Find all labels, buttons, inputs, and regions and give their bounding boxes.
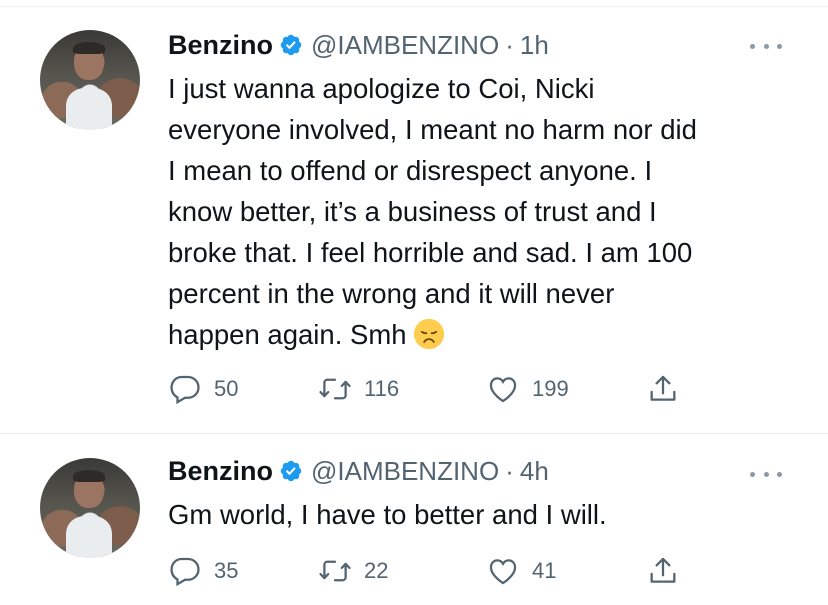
tweet[interactable]: Benzino @IAMBENZINO · 1h I just wanna ap… xyxy=(0,14,828,433)
avatar-shirt xyxy=(66,516,112,558)
top-divider xyxy=(0,6,828,7)
disappointed-face-emoji xyxy=(413,318,445,350)
tweet-text-line: everyone involved, I meant no harm nor d… xyxy=(168,114,697,145)
author-name[interactable]: Benzino xyxy=(168,30,273,61)
like-button[interactable]: 41 xyxy=(486,554,556,588)
tweet-text-line: I just wanna apologize to Coi, Nicki xyxy=(168,73,595,104)
tweet-header: Benzino @IAMBENZINO · 1h xyxy=(168,28,549,62)
author-handle[interactable]: @IAMBENZINO xyxy=(311,30,499,61)
reply-icon xyxy=(168,554,202,588)
tweet[interactable]: Benzino @IAMBENZINO · 4h Gm world, I hav… xyxy=(0,442,828,602)
like-icon xyxy=(486,554,520,588)
avatar-cap xyxy=(73,470,105,482)
verified-badge-icon xyxy=(279,33,303,57)
more-icon[interactable] xyxy=(750,36,782,56)
like-count: 41 xyxy=(532,558,557,583)
separator-dot: · xyxy=(505,29,514,60)
tweet-text-line: percent in the wrong and it will never xyxy=(168,278,615,309)
reply-button[interactable]: 50 xyxy=(168,372,238,406)
tweet-text: I just wanna apologize to Coi, Nicki eve… xyxy=(168,68,798,355)
reply-count: 35 xyxy=(214,558,239,583)
tweet-text-line: know better, it’s a business of trust an… xyxy=(168,196,657,227)
reply-icon xyxy=(168,372,202,406)
author-name[interactable]: Benzino xyxy=(168,456,273,487)
retweet-count: 22 xyxy=(364,558,389,583)
tweet-text-line-last: happen again. Smh xyxy=(168,314,798,355)
avatar[interactable] xyxy=(40,458,140,558)
avatar-cap xyxy=(73,42,105,54)
share-button[interactable] xyxy=(646,554,680,588)
tweet-divider xyxy=(0,433,828,434)
retweet-button[interactable]: 22 xyxy=(318,554,388,588)
avatar[interactable] xyxy=(40,30,140,130)
retweet-count: 116 xyxy=(364,376,400,401)
tweet-text: Gm world, I have to better and I will. xyxy=(168,494,798,535)
retweet-icon xyxy=(318,372,352,406)
timestamp[interactable]: 4h xyxy=(520,456,549,487)
separator-dot: · xyxy=(505,455,514,486)
author-handle[interactable]: @IAMBENZINO xyxy=(311,456,499,487)
share-button[interactable] xyxy=(646,372,680,406)
more-icon[interactable] xyxy=(750,464,782,484)
share-icon xyxy=(646,554,680,588)
tweet-text-line: broke that. I feel horrible and sad. I a… xyxy=(168,237,693,268)
tweet-text-final: happen again. Smh xyxy=(168,319,407,350)
timestamp[interactable]: 1h xyxy=(520,30,549,61)
tweet-header: Benzino @IAMBENZINO · 4h xyxy=(168,454,549,488)
tweet-text-line: I mean to offend or disrespect anyone. I xyxy=(168,155,653,186)
retweet-icon xyxy=(318,554,352,588)
tweet-actions: 50 116 199 xyxy=(168,372,688,406)
avatar-shirt xyxy=(66,88,112,130)
reply-count: 50 xyxy=(214,376,239,401)
tweet-text-line: Gm world, I have to better and I will. xyxy=(168,499,607,530)
share-icon xyxy=(646,372,680,406)
like-count: 199 xyxy=(532,376,569,401)
like-button[interactable]: 199 xyxy=(486,372,569,406)
like-icon xyxy=(486,372,520,406)
reply-button[interactable]: 35 xyxy=(168,554,238,588)
retweet-button[interactable]: 116 xyxy=(318,372,399,406)
verified-badge-icon xyxy=(279,459,303,483)
tweet-actions: 35 22 41 xyxy=(168,554,688,588)
